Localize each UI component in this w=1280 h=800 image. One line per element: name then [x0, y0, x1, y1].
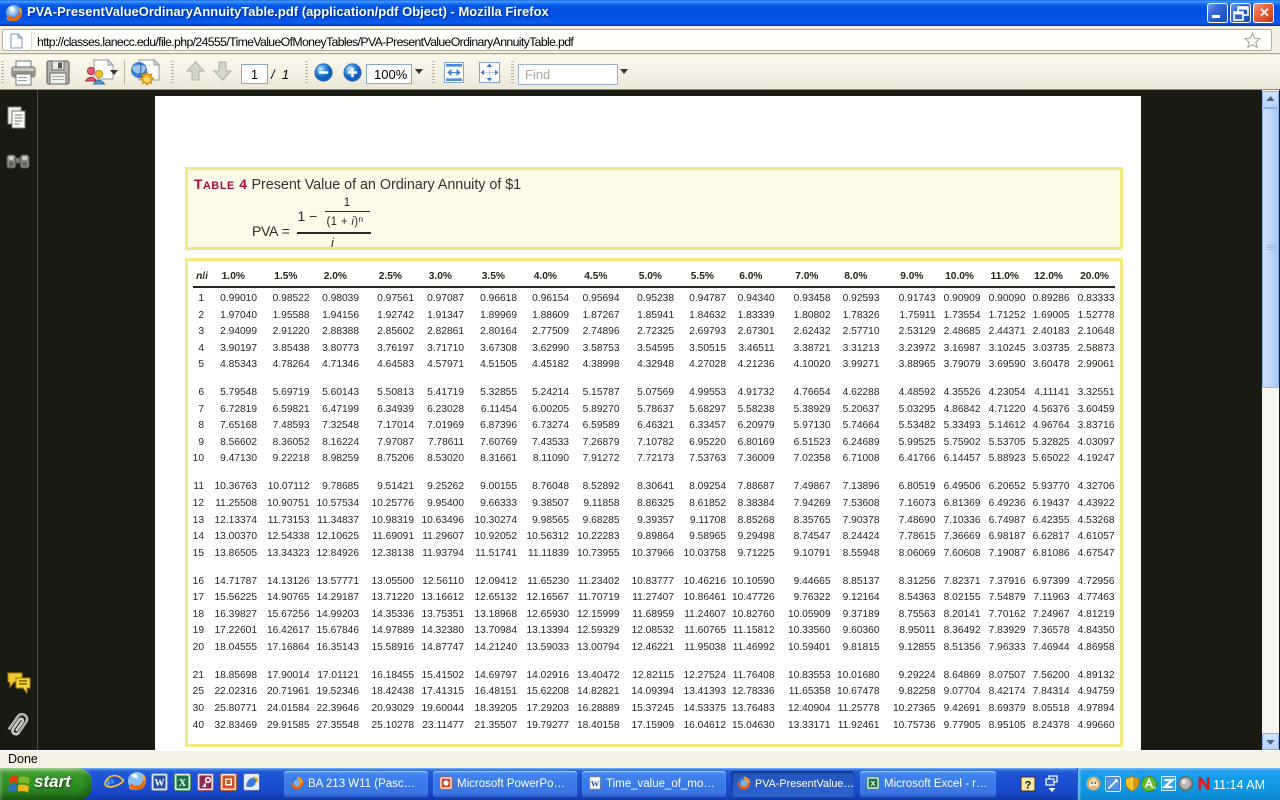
svg-text:X: X: [871, 779, 876, 788]
svg-text:W: W: [591, 779, 600, 789]
svg-text:X: X: [179, 778, 187, 789]
svg-text:W: W: [155, 778, 165, 789]
svg-text:?: ?: [1025, 780, 1032, 792]
